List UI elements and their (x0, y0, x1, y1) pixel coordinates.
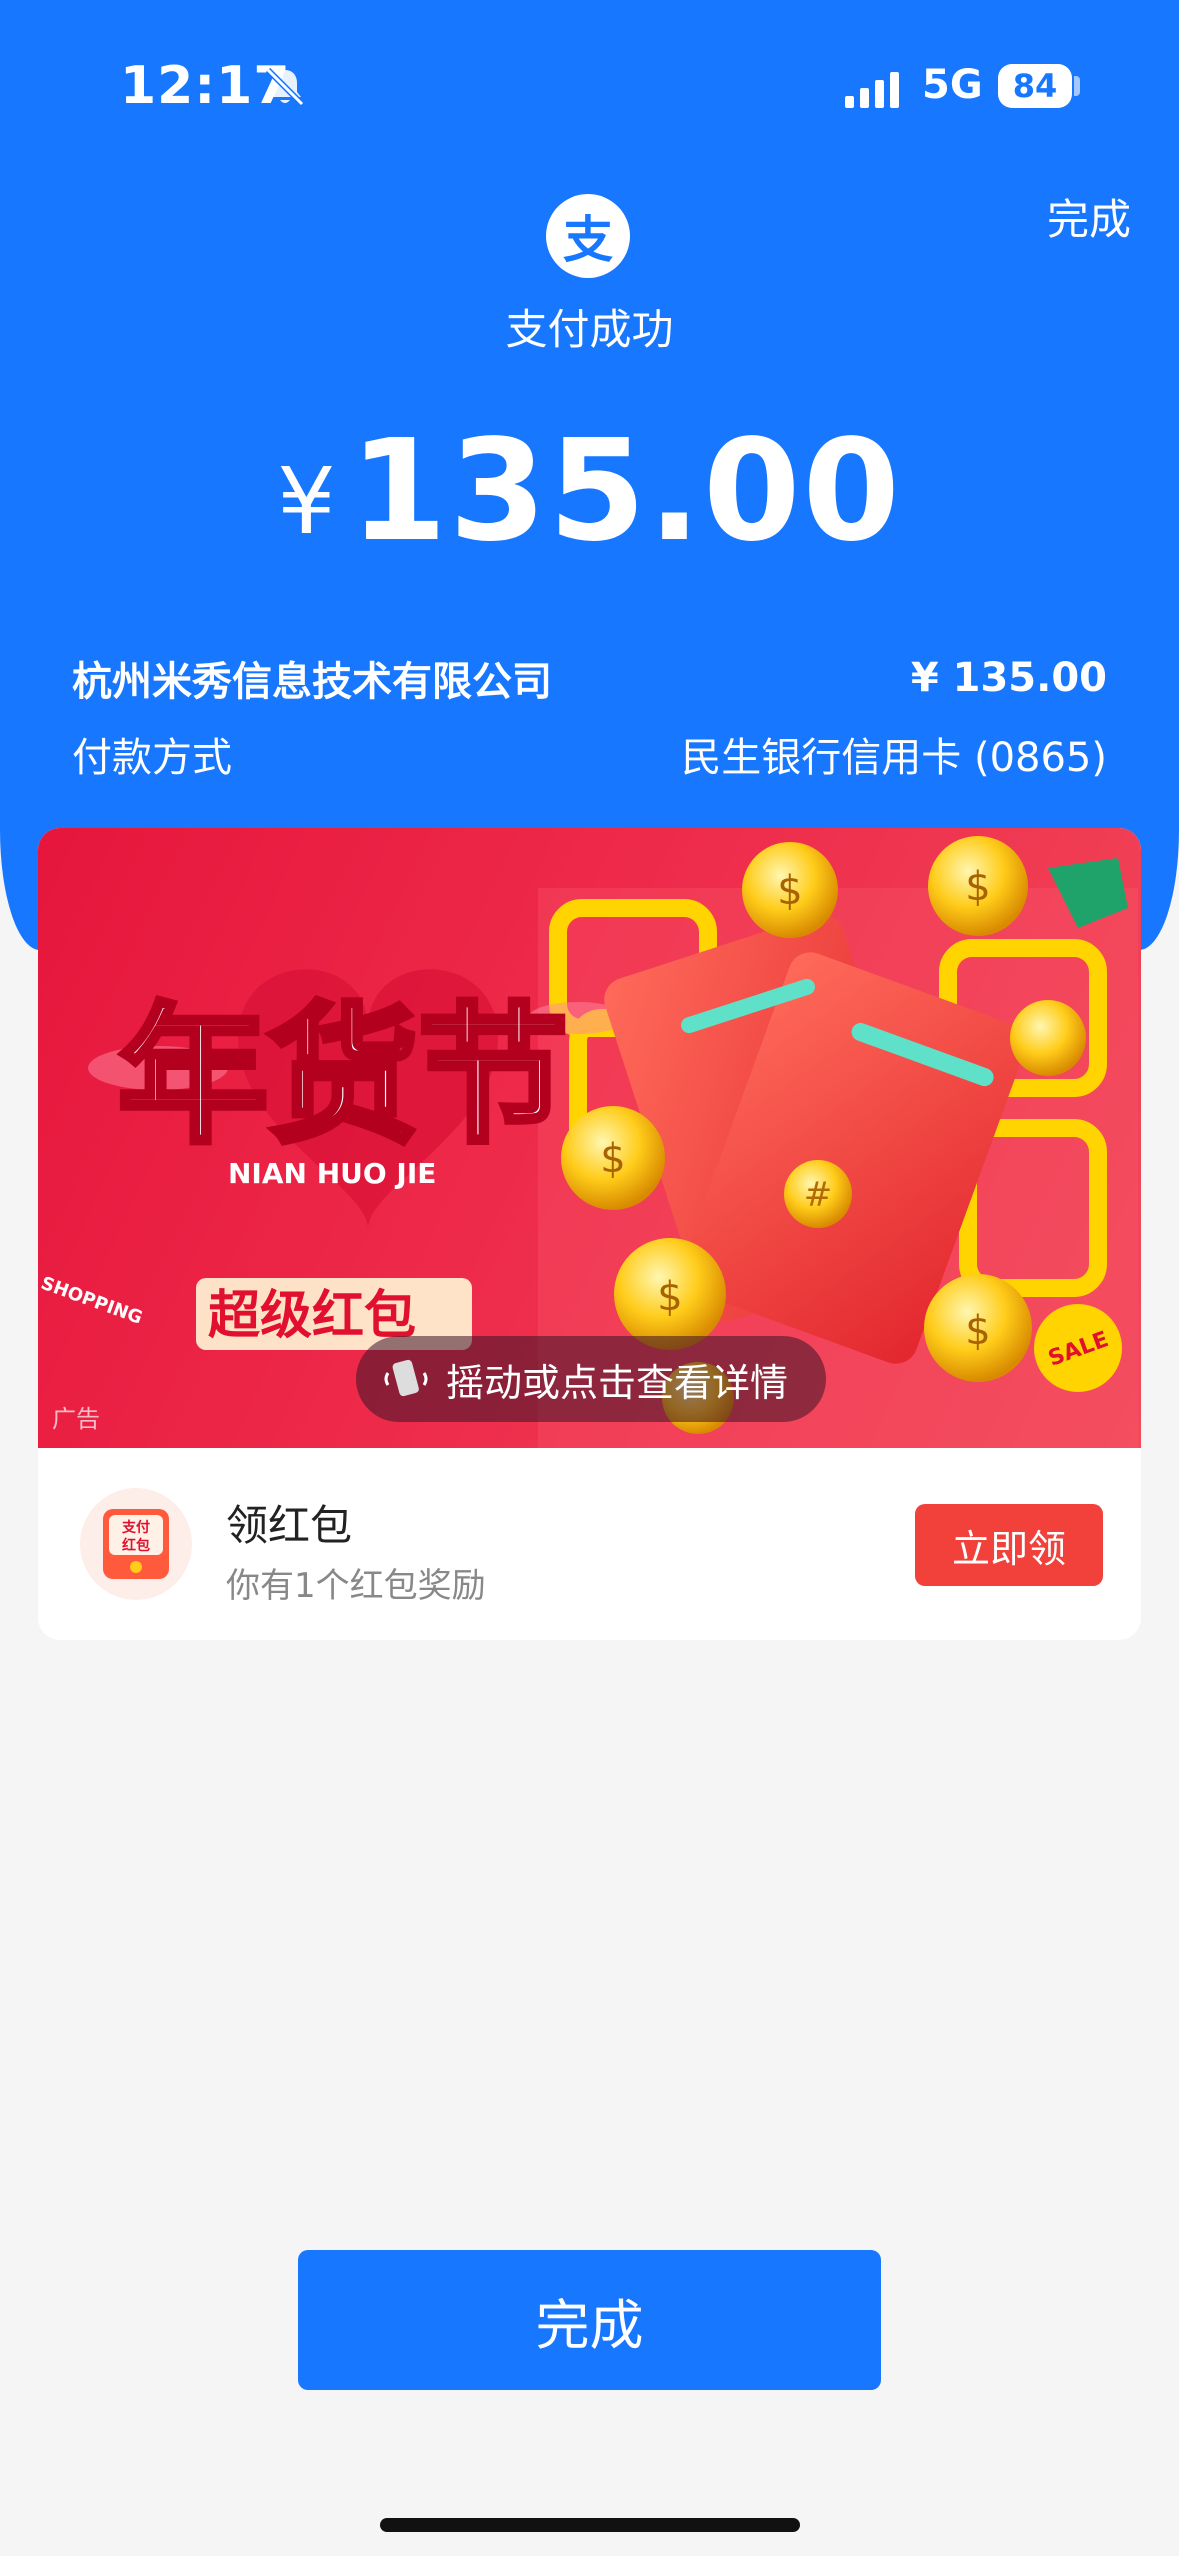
payment-status-text: 支付成功 (505, 305, 674, 354)
svg-text:#: # (804, 1175, 833, 1215)
banner-tagline: 超级红包 (208, 1286, 416, 1346)
battery-cap (1074, 76, 1080, 96)
ad-card: # $ $ $ $ $ 年货节 NIAN HUO JIE 超级红包 SHOPPI… (38, 828, 1141, 1640)
payment-amount: ¥135.00 (0, 410, 1179, 573)
svg-text:$: $ (777, 868, 802, 914)
status-bar: 12:17 5G 84 (0, 0, 1179, 150)
currency-symbol: ¥ (277, 448, 336, 555)
battery-icon: 84 (998, 64, 1072, 108)
payment-method-row: 付款方式 民生银行信用卡 (0865) (72, 724, 1107, 784)
shake-phone-icon (384, 1359, 428, 1397)
svg-text:红包: 红包 (122, 1537, 150, 1554)
merchant-amount: ¥ 135.00 (910, 655, 1107, 701)
red-packet-icon: 支付 红包 (80, 1488, 192, 1600)
merchant-row: 杭州米秀信息技术有限公司 ¥ 135.00 (72, 648, 1107, 708)
banner-title: 年货节 (118, 990, 568, 1164)
alipay-logo-icon: 支 (546, 194, 630, 278)
banner-shopping: SHOPPING (38, 1273, 145, 1329)
merchant-name: 杭州米秀信息技术有限公司 (72, 659, 552, 705)
red-packet-graphic: 支付 红包 (103, 1509, 169, 1579)
amount-value: 135.00 (349, 410, 902, 573)
home-indicator[interactable] (380, 2518, 800, 2532)
shake-hint[interactable]: 摇动或点击查看详情 (356, 1336, 826, 1422)
banner-subtitle: NIAN HUO JIE (228, 1157, 436, 1190)
ad-tag: 广告 (52, 1405, 100, 1433)
reward-title: 领红包 (226, 1501, 353, 1550)
network-type: 5G (922, 62, 983, 108)
svg-text:支付: 支付 (121, 1519, 150, 1536)
bell-muted-icon (265, 67, 305, 107)
done-button[interactable]: 完成 (298, 2250, 881, 2390)
svg-text:$: $ (965, 1308, 990, 1354)
shake-hint-text: 摇动或点击查看详情 (446, 1360, 789, 1405)
reward-subtitle: 你有1个红包奖励 (226, 1566, 486, 1606)
svg-text:$: $ (600, 1136, 625, 1182)
payment-method-value: 民生银行信用卡 (0865) (681, 735, 1107, 781)
payment-method-label: 付款方式 (72, 735, 232, 781)
svg-text:$: $ (965, 864, 990, 910)
claim-red-packet-button[interactable]: 立即领 (915, 1504, 1103, 1586)
ad-banner[interactable]: # $ $ $ $ $ 年货节 NIAN HUO JIE 超级红包 SHOPPI… (38, 828, 1141, 1448)
signal-icon (845, 72, 899, 108)
svg-text:$: $ (657, 1274, 682, 1320)
header-done-button[interactable]: 完成 (1047, 186, 1131, 247)
